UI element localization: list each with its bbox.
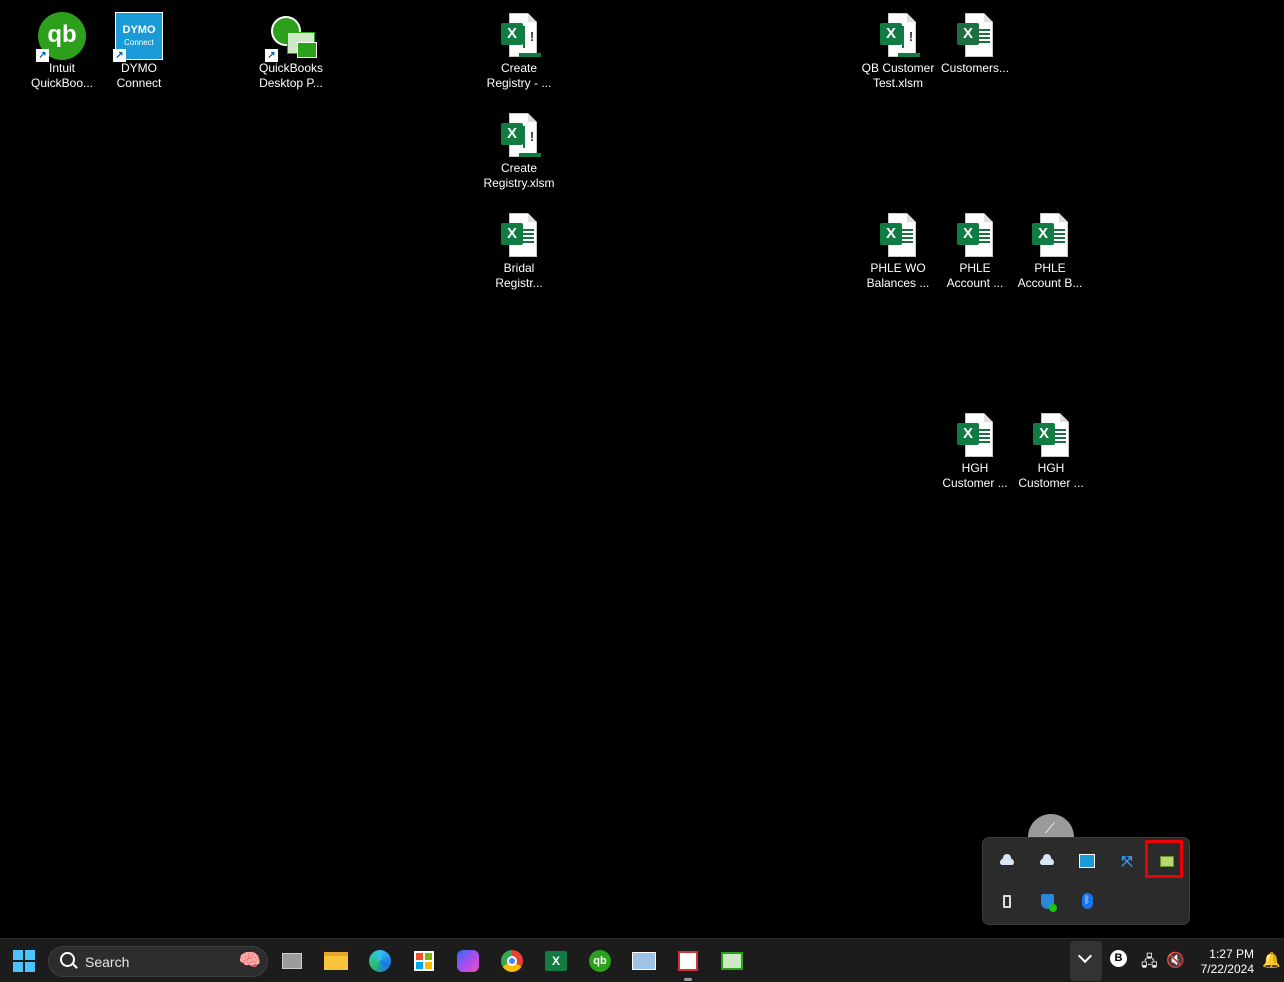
snipping-tool-button[interactable] (671, 944, 705, 978)
quickbooks-desktop-button[interactable] (715, 944, 749, 978)
desktop-icon-phle-account-b[interactable]: X PHLE Account B... (1012, 200, 1088, 296)
clock[interactable]: 1:27 PM 7/22/2024 (1201, 947, 1254, 977)
desktop-icon-label: HGH Customer ... (942, 461, 1008, 490)
desktop-icon-phle-wo-balances[interactable]: X PHLE WO Balances ... (860, 200, 936, 296)
highlight-box (1145, 840, 1183, 878)
search-placeholder: Search (85, 954, 130, 970)
show-hidden-icons-button[interactable] (1070, 941, 1102, 981)
tray-overflow-flyout: ⤧ ᛒ (982, 837, 1190, 925)
search-highlight-icon: 🧠 (238, 950, 261, 970)
task-view-button[interactable] (275, 944, 309, 978)
desktop-icon-label: Create Registry.xlsm (483, 161, 555, 190)
desktop-icon-label: Customers... (940, 61, 1009, 75)
excel-file-icon: X (1033, 413, 1069, 457)
dymo-icon[interactable] (1067, 841, 1107, 881)
desktop-icon-dymo-connect[interactable]: DYMO Connect ↗ DYMO Connect (101, 0, 177, 96)
bluetooth-icon[interactable]: ᛒ (1067, 881, 1107, 921)
excel-file-icon: X (957, 413, 993, 457)
desktop-icon-qb-customer-test[interactable]: X! QB Customer Test.xlsm (860, 0, 936, 96)
excel-file-icon: X (1032, 213, 1068, 257)
edge-button[interactable] (363, 944, 397, 978)
desktop-icon-label: HGH Customer ... (1018, 461, 1084, 490)
desktop-icon-hgh-customer-2[interactable]: X HGH Customer ... (1013, 400, 1089, 496)
desktop-icon-label: PHLE WO Balances ... (866, 261, 930, 290)
desktop-icon-label: QuickBooks Desktop P... (258, 61, 324, 90)
excel-file-icon: X (957, 213, 993, 257)
desktop-icon-label: Create Registry - ... (486, 61, 552, 90)
bing-icon[interactable]: B (1110, 950, 1127, 967)
desktop-icon-label: PHLE Account ... (946, 261, 1004, 290)
desktop-icon-label: Bridal Registr... (495, 261, 543, 290)
quickbooks-button[interactable]: qb (583, 944, 617, 978)
chevron-down-icon (1077, 948, 1093, 964)
desktop-icon-hgh-customer-1[interactable]: X HGH Customer ... (937, 400, 1013, 496)
file-explorer-button[interactable] (319, 944, 353, 978)
copilot-button[interactable] (451, 944, 485, 978)
desktop: qb ↗ Intuit QuickBoo... DYMO Connect ↗ DYMO… (0, 0, 1284, 938)
excel-button[interactable]: X (539, 944, 573, 978)
desktop-icon-create-registry[interactable]: X! Create Registry.xlsm (481, 100, 557, 196)
dymo-logo-text: DYMO (122, 24, 156, 36)
onedrive-icon[interactable] (987, 841, 1027, 881)
desktop-icon-intuit-quickbooks[interactable]: qb ↗ Intuit QuickBoo... (24, 0, 100, 96)
clock-time: 1:27 PM (1209, 947, 1254, 961)
desktop-icon-label: PHLE Account B... (1017, 261, 1083, 290)
splashtop-icon[interactable]: ⤧ (1107, 841, 1147, 881)
excel-macro-file-icon: X! (501, 13, 541, 57)
desktop-icon-label: QB Customer Test.xlsm (861, 61, 935, 90)
shortcut-arrow-icon: ↗ (265, 49, 278, 62)
volume-muted-icon[interactable]: 🔇 (1166, 951, 1185, 969)
start-button[interactable] (7, 944, 41, 978)
excel-file-icon: X (880, 213, 916, 257)
desktop-icon-label: Intuit QuickBoo... (30, 61, 94, 90)
desktop-icon-bridal-registry[interactable]: X Bridal Registr... (481, 200, 557, 296)
excel-macro-file-icon: X! (501, 113, 541, 157)
active-app-indicator (684, 978, 692, 981)
shortcut-arrow-icon: ↗ (113, 49, 126, 62)
chrome-button[interactable] (495, 944, 529, 978)
desktop-icon-phle-account[interactable]: X PHLE Account ... (937, 200, 1013, 296)
desktop-icon-quickbooks-desktop[interactable]: ↗ QuickBooks Desktop P... (253, 0, 329, 96)
security-icon[interactable] (1027, 881, 1067, 921)
windows-logo-icon (13, 950, 35, 972)
dymo-logo-subtext: Connect (124, 38, 154, 47)
excel-macro-file-icon: X! (880, 13, 920, 57)
notification-bell-icon[interactable]: 🔔 (1262, 951, 1281, 969)
search-box[interactable]: Search 🧠 (48, 946, 268, 977)
photos-button[interactable] (627, 944, 661, 978)
network-icon[interactable]: 🖧 (1141, 951, 1158, 976)
onedrive-icon[interactable] (1027, 841, 1067, 881)
search-icon (60, 952, 75, 967)
excel-file-icon: X (957, 13, 993, 57)
taskbar: Search 🧠 X qb B 🖧 🔇 1:27 PM 7/22/2024 🔔 (0, 938, 1284, 982)
usb-eject-icon[interactable] (987, 881, 1027, 921)
clock-date: 7/22/2024 (1200, 962, 1254, 976)
excel-file-icon: X (501, 213, 537, 257)
microsoft-store-button[interactable] (407, 944, 441, 978)
shortcut-arrow-icon: ↗ (36, 49, 49, 62)
desktop-icon-create-registry-copy[interactable]: X! Create Registry - ... (481, 0, 557, 96)
desktop-icon-label: DYMO Connect (116, 61, 162, 90)
desktop-icon-customers[interactable]: X Customers... (937, 0, 1013, 96)
